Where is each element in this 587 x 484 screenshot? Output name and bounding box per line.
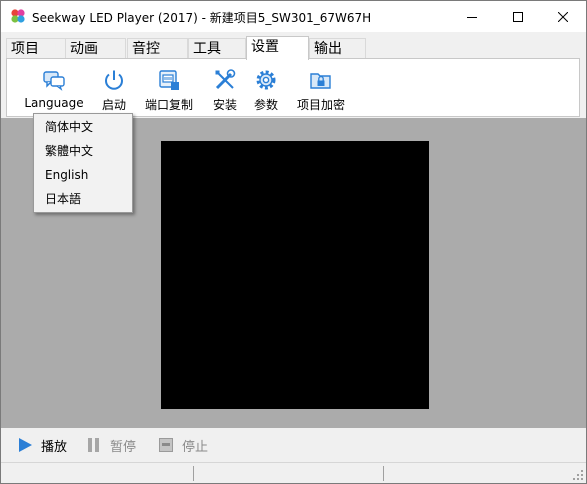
maximize-icon [513,11,523,22]
minimize-icon [467,16,477,18]
pause-icon [88,438,99,452]
menu-item-simplified-chinese[interactable]: 简体中文 [35,116,131,139]
stop-icon [159,438,173,452]
maximize-button[interactable] [495,1,541,32]
title-bar[interactable]: Seekway LED Player (2017) - 新建项目5_SW301_… [1,1,586,32]
language-dropdown: 简体中文 繁體中文 English 日本語 [33,113,133,213]
power-icon [105,70,123,90]
folder-lock-icon [310,73,331,89]
port-icon [159,70,179,90]
chat-bubbles-icon [43,71,65,91]
playback-bar: 播放 暂停 停止 [1,428,586,461]
tools-icon [215,69,236,90]
menu-item-english[interactable]: English [35,164,131,187]
startup-button[interactable]: 启动 [97,59,131,116]
gear-icon [256,70,276,90]
stop-label: 停止 [182,439,209,455]
tab-audio[interactable]: 音控 [127,38,188,59]
language-label: Language [24,96,84,110]
tab-settings[interactable]: 设置 [246,36,309,60]
params-label: 参数 [253,98,278,112]
status-divider [193,466,194,481]
window-title: Seekway LED Player (2017) - 新建项目5_SW301_… [32,11,372,25]
settings-ribbon: Language 启动 端口复制 安装 参数 项目加密 [6,58,580,117]
tab-bar: 项目 动画 音控 工具 设置 输出 [1,32,586,60]
install-label: 安装 [212,98,237,112]
tab-output[interactable]: 输出 [309,38,366,59]
play-button[interactable]: 播放 [17,436,68,455]
pause-label: 暂停 [110,439,137,455]
port-copy-label: 端口复制 [144,98,193,112]
app-window: Seekway LED Player (2017) - 新建项目5_SW301_… [0,0,587,484]
tab-project[interactable]: 项目 [6,38,66,59]
status-bar [1,462,586,483]
led-screen-preview[interactable] [161,141,429,409]
tab-animation[interactable]: 动画 [65,38,126,59]
startup-label: 启动 [101,98,126,112]
close-icon [558,11,568,22]
play-label: 播放 [41,439,68,455]
stop-button[interactable]: 停止 [158,436,209,455]
menu-item-japanese[interactable]: 日本語 [35,188,131,211]
params-button[interactable]: 参数 [249,59,283,116]
pause-button[interactable]: 暂停 [86,436,137,455]
port-copy-button[interactable]: 端口复制 [142,59,196,116]
status-divider [383,466,384,481]
close-button[interactable] [540,1,586,32]
play-icon [19,438,32,452]
minimize-button[interactable] [449,1,495,32]
language-button[interactable]: Language [24,59,84,116]
encrypt-label: 项目加密 [296,98,345,112]
app-logo-icon [11,9,25,23]
tab-tools[interactable]: 工具 [188,38,246,59]
menu-item-traditional-chinese[interactable]: 繁體中文 [35,140,131,163]
encrypt-button[interactable]: 项目加密 [294,59,348,116]
resize-grip-icon[interactable] [572,469,584,481]
install-button[interactable]: 安装 [208,59,242,116]
